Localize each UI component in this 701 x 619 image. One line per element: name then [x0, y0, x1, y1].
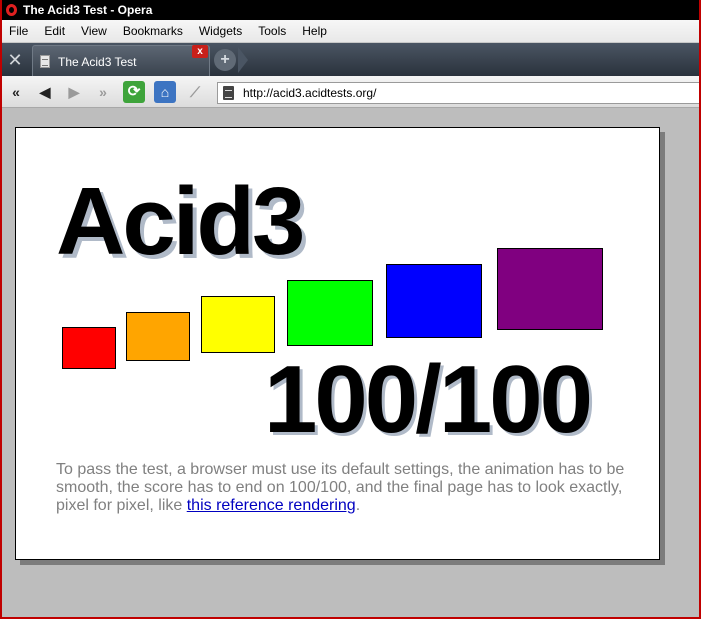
score-display: 100/100	[264, 346, 593, 453]
forward-icon[interactable]: ▶	[63, 81, 85, 103]
menu-bookmarks[interactable]: Bookmarks	[116, 24, 192, 38]
acid3-page: Acid3 100/100 To pass the test, a browse…	[15, 127, 660, 560]
menu-help[interactable]: Help	[295, 24, 336, 38]
menu-tools[interactable]: Tools	[251, 24, 295, 38]
rewind-icon[interactable]: «	[5, 81, 27, 103]
tab-acid3[interactable]: The Acid3 Test x	[32, 45, 210, 76]
title-bar: The Acid3 Test - Opera	[2, 0, 699, 20]
menu-edit[interactable]: Edit	[37, 24, 74, 38]
test-description: To pass the test, a browser must use its…	[56, 461, 626, 515]
menu-view[interactable]: View	[74, 24, 116, 38]
opera-logo-icon	[6, 4, 17, 16]
tab-close-button[interactable]: x	[192, 45, 208, 58]
page-viewport: Acid3 100/100 To pass the test, a browse…	[2, 109, 699, 617]
menu-bar: File Edit View Bookmarks Widgets Tools H…	[2, 20, 699, 43]
green-box	[287, 280, 373, 346]
menu-file[interactable]: File	[2, 24, 37, 38]
document-icon	[40, 55, 50, 68]
yellow-box	[201, 296, 275, 353]
acid3-heading: Acid3	[56, 168, 305, 275]
browser-window: The Acid3 Test - Opera File Edit View Bo…	[2, 0, 699, 617]
fast-forward-icon[interactable]: »	[92, 81, 114, 103]
navigation-bar: « ◀ ▶ » ⟳ ⌂ ⟋ http://acid3.acidtests.org…	[2, 76, 699, 108]
back-icon[interactable]: ◀	[34, 81, 56, 103]
tools-icon[interactable]: ✕	[4, 49, 26, 71]
menu-widgets[interactable]: Widgets	[192, 24, 251, 38]
red-box	[62, 327, 116, 369]
reference-rendering-link[interactable]: this reference rendering	[187, 497, 356, 514]
purple-box	[497, 248, 603, 330]
wand-icon[interactable]: ⟋	[184, 81, 206, 103]
address-url[interactable]: http://acid3.acidtests.org/	[243, 86, 376, 100]
description-end: .	[355, 497, 361, 514]
address-bar[interactable]: http://acid3.acidtests.org/	[217, 82, 699, 104]
home-icon[interactable]: ⌂	[154, 81, 176, 103]
new-tab-button[interactable]: +	[214, 49, 236, 71]
tab-bar: ✕ The Acid3 Test x +	[2, 43, 699, 76]
page-info-icon[interactable]	[223, 86, 234, 100]
orange-box	[126, 312, 190, 361]
window-title: The Acid3 Test - Opera	[23, 3, 153, 17]
reload-icon[interactable]: ⟳	[123, 81, 145, 103]
tab-title: The Acid3 Test	[58, 55, 137, 69]
tab-arrow-icon	[238, 47, 248, 73]
blue-box	[386, 264, 482, 338]
